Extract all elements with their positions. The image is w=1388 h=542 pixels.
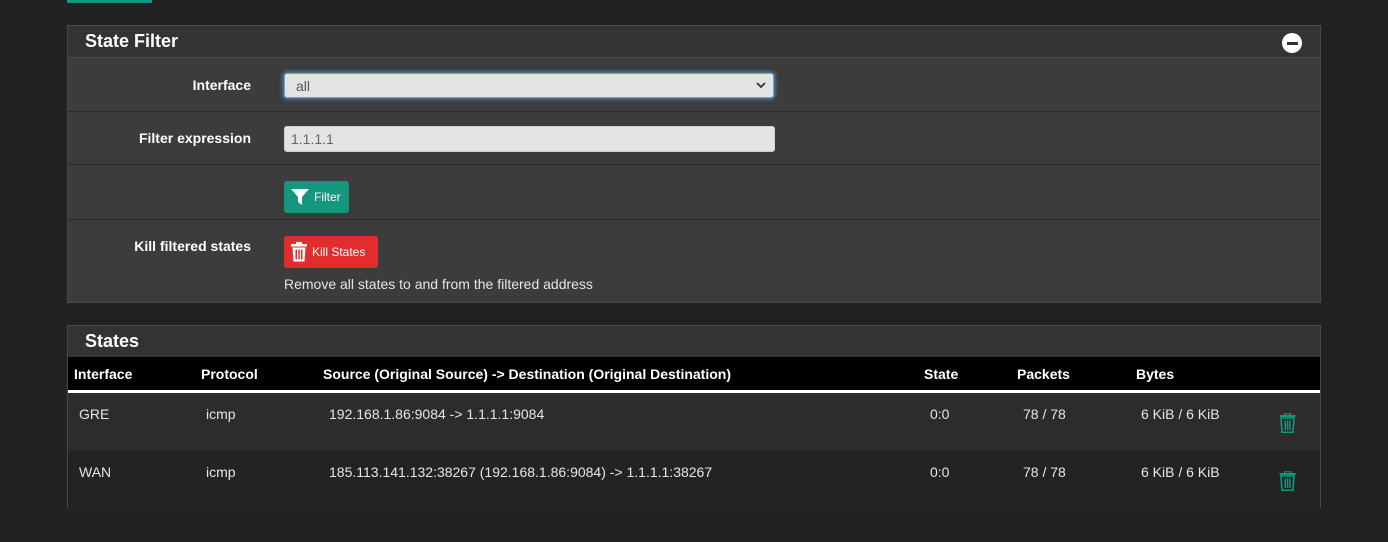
kill-states-row: Kill filtered states Kill States Remove … (68, 220, 1320, 303)
cell-packets: 78 / 78 (1023, 406, 1066, 422)
active-tab-indicator (67, 0, 152, 3)
filter-expression-label: Filter expression (138, 130, 251, 146)
filter-button-row: Filter (68, 165, 1320, 220)
column-header-source-destination[interactable]: Source (Original Source) -> Destination … (323, 366, 731, 382)
cell-interface: GRE (79, 406, 110, 422)
cell-bytes: 6 KiB / 6 KiB (1141, 406, 1220, 422)
kill-states-help-text: Remove all states to and from the filter… (284, 276, 593, 292)
cell-protocol: icmp (206, 406, 236, 422)
trash-icon[interactable] (1279, 413, 1296, 433)
trash-icon (291, 242, 307, 262)
cell-bytes: 6 KiB / 6 KiB (1141, 464, 1220, 480)
states-panel: States Interface Protocol Source (Origin… (67, 325, 1321, 509)
interface-select[interactable]: all (284, 73, 774, 98)
table-row: WAN icmp 185.113.141.132:38267 (192.168.… (68, 451, 1320, 509)
states-title: States (85, 331, 140, 351)
cell-state: 0:0 (930, 464, 950, 480)
state-filter-panel: State Filter Interface all Filter expres… (67, 25, 1321, 303)
column-header-state[interactable]: State (924, 366, 958, 382)
kill-states-label: Kill filtered states (134, 238, 251, 254)
cell-protocol: icmp (206, 464, 236, 480)
chevron-down-icon (756, 82, 766, 89)
states-table-header: Interface Protocol Source (Original Sour… (68, 357, 1320, 393)
table-row: GRE icmp 192.168.1.86:9084 -> 1.1.1.1:90… (68, 393, 1320, 451)
cell-state: 0:0 (930, 406, 950, 422)
state-filter-heading: State Filter (68, 26, 1320, 58)
trash-icon[interactable] (1279, 471, 1296, 491)
kill-states-button-label: Kill States (312, 245, 366, 259)
filter-expression-placeholder: 1.1.1.1 (291, 131, 334, 147)
column-header-bytes[interactable]: Bytes (1136, 366, 1174, 382)
interface-label: Interface (192, 77, 251, 93)
minus-circle-icon[interactable] (1282, 33, 1302, 53)
filter-button-label: Filter (314, 190, 341, 204)
interface-select-value: all (296, 77, 311, 94)
cell-packets: 78 / 78 (1023, 464, 1066, 480)
column-header-interface[interactable]: Interface (74, 366, 132, 382)
column-header-packets[interactable]: Packets (1017, 366, 1070, 382)
cell-source-destination: 185.113.141.132:38267 (192.168.1.86:9084… (329, 464, 713, 480)
funnel-icon (291, 189, 309, 205)
filter-expression-row: Filter expression 1.1.1.1 (68, 112, 1320, 165)
state-filter-title: State Filter (85, 31, 179, 51)
cell-source-destination: 192.168.1.86:9084 -> 1.1.1.1:9084 (329, 406, 545, 422)
interface-row: Interface all (68, 58, 1320, 112)
cell-interface: WAN (79, 464, 112, 480)
kill-states-button[interactable]: Kill States (284, 236, 378, 268)
filter-button[interactable]: Filter (284, 181, 349, 213)
states-heading: States (68, 326, 1320, 357)
column-header-protocol[interactable]: Protocol (201, 366, 258, 382)
filter-expression-input[interactable]: 1.1.1.1 (284, 126, 775, 152)
